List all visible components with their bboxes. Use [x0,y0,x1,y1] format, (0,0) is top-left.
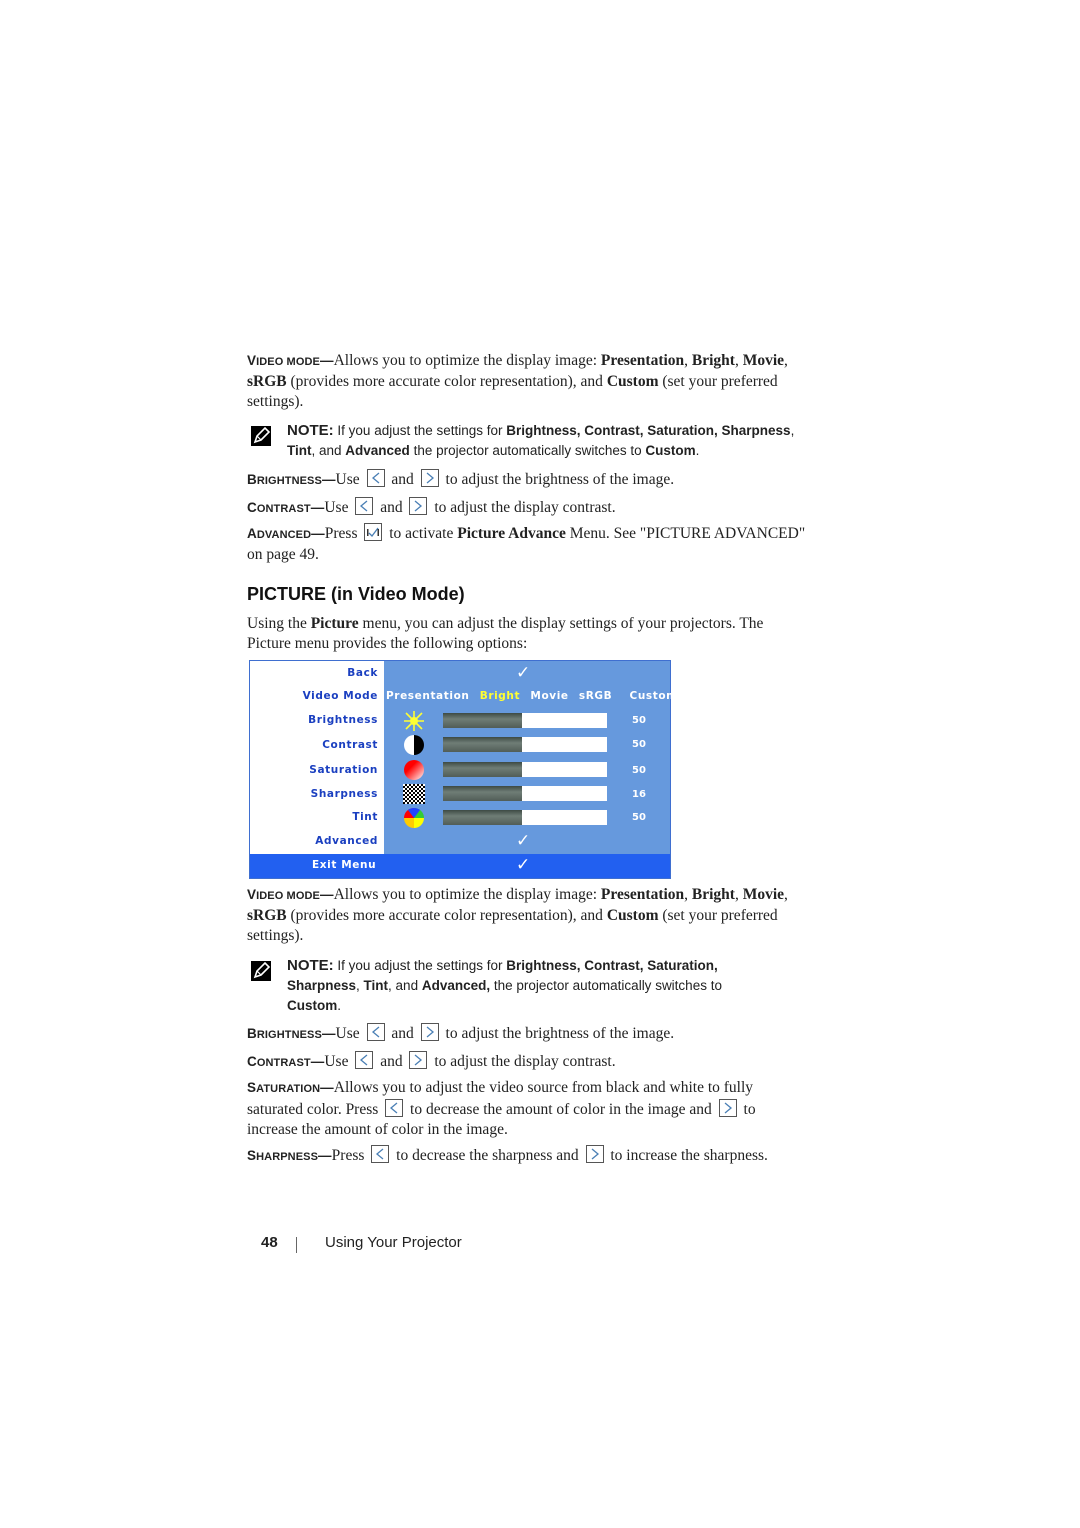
picture-osd-menu: Back Video Mode Brightness Contrast Satu… [249,660,677,879]
tint-slider-fill [443,810,522,825]
note-block: NOTE: If you adjust the settings for Bri… [247,421,807,461]
saturation-icon [401,760,427,780]
term-video-mode: VIDEO MODE— [247,353,334,368]
page-number: 48 [261,1234,278,1251]
mode-option[interactable]: Movie [530,690,568,702]
osd-item-back[interactable]: Back [347,667,378,679]
right-arrow-key-icon [409,497,428,515]
pencil-note-icon [251,426,271,446]
contrast-description-2: CONTRAST—Use and to adjust the display c… [247,1051,616,1070]
right-arrow-key-icon [420,1023,439,1041]
sharpness-slider[interactable] [443,786,607,801]
mode-option[interactable]: Presentation [386,690,469,702]
brightness-description-2: BRIGHTNESS—Use and to adjust the brightn… [247,1023,675,1042]
osd-item-advanced[interactable]: Advanced [315,835,378,847]
mode-option[interactable]: sRGB [579,690,612,702]
left-arrow-key-icon [355,497,374,515]
video-mode-description: VIDEO MODE—Allows you to optimize the di… [247,352,788,410]
brightness-slider-fill [443,713,522,728]
left-arrow-key-icon [366,1023,385,1041]
advanced-check-icon[interactable]: ✓ [516,833,530,850]
section-title: PICTURE (in Video Mode) [247,584,465,604]
exit-check-icon: ✓ [516,855,531,875]
sharpness-value: 16 [632,789,646,800]
osd-item-saturation[interactable]: Saturation [309,764,378,776]
left-arrow-key-icon [366,469,385,487]
saturation-value: 50 [632,765,646,776]
tint-value: 50 [632,812,646,823]
mode-option-selected[interactable]: Bright [480,690,520,702]
brightness-slider[interactable] [443,713,607,728]
osd-item-video-mode[interactable]: Video Mode [303,690,378,702]
osd-item-contrast[interactable]: Contrast [322,739,378,751]
contrast-value: 50 [632,739,646,750]
brightness-value: 50 [632,715,646,726]
exit-menu-label: Exit Menu [312,859,377,871]
osd-item-tint[interactable]: Tint [352,811,378,823]
contrast-icon [401,735,427,755]
back-check-icon[interactable]: ✓ [516,665,530,682]
video-mode-description-2: VIDEO MODE—Allows you to optimize the di… [247,886,788,944]
sun-icon [401,711,427,731]
brightness-description: BRIGHTNESS—Use and to adjust the brightn… [247,469,675,488]
note-block-2: NOTE: If you adjust the settings for Bri… [247,956,767,1016]
contrast-description: CONTRAST—Use and to adjust the display c… [247,497,616,516]
right-arrow-key-icon [585,1145,604,1163]
tint-slider[interactable] [443,810,607,825]
exit-menu-row[interactable]: Exit Menu ✓ [250,854,670,878]
left-arrow-key-icon [385,1099,404,1117]
sharpness-icon [401,784,427,804]
pencil-note-icon [251,961,271,981]
osd-item-brightness[interactable]: Brightness [308,714,378,726]
section-intro: Using the Picture menu, you can adjust t… [247,615,764,652]
sharpness-description: SHARPNESS—Press to decrease the sharpnes… [247,1145,768,1164]
chapter-title: Using Your Projector [325,1234,462,1251]
mode-option[interactable]: Custom [630,690,678,702]
saturation-slider[interactable] [443,762,607,777]
page-footer: 48 Using Your Projector [261,1234,462,1253]
left-arrow-key-icon [371,1145,390,1163]
saturation-description: SATURATION—Allows you to adjust the vide… [247,1079,756,1138]
right-arrow-key-icon [718,1099,737,1117]
advanced-description: ADVANCED—Press to activate Picture Advan… [247,523,806,563]
footer-divider [296,1237,297,1253]
sharpness-slider-fill [443,786,522,801]
menu-select-key-icon [364,523,383,541]
left-arrow-key-icon [355,1051,374,1069]
tint-icon [401,808,427,828]
contrast-slider[interactable] [443,737,607,752]
saturation-slider-fill [443,762,522,777]
right-arrow-key-icon [420,469,439,487]
video-mode-options: Presentation Bright Movie sRGB Custom [386,690,684,702]
right-arrow-key-icon [409,1051,428,1069]
contrast-slider-fill [443,737,522,752]
osd-item-sharpness[interactable]: Sharpness [311,788,378,800]
